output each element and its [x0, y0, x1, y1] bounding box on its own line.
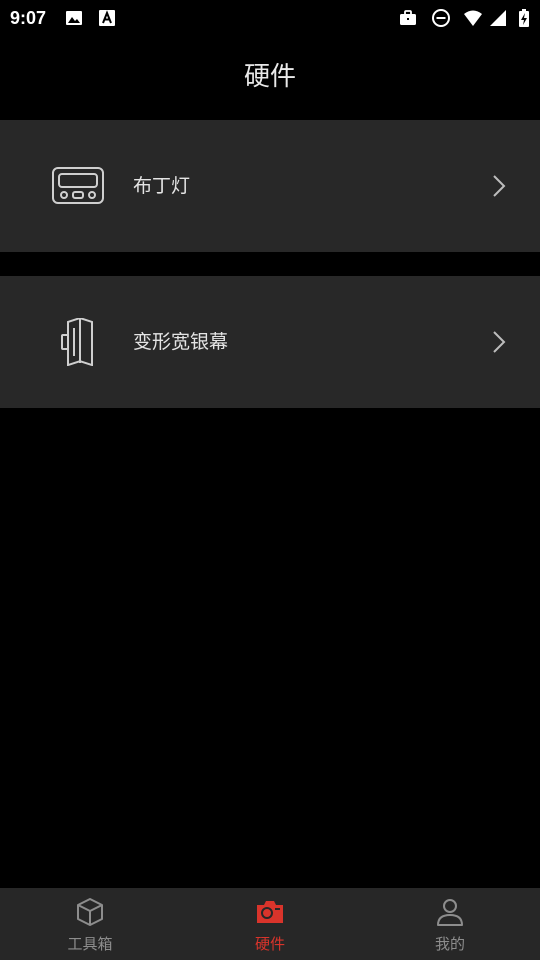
tab-toolbox[interactable]: 工具箱: [0, 888, 180, 960]
font-a-icon: [97, 8, 117, 28]
device-item-pudding-lamp[interactable]: 布丁灯: [0, 120, 540, 252]
tab-label: 我的: [434, 935, 465, 953]
anamorphic-lens-icon: [50, 318, 106, 366]
status-time: 9:07: [10, 8, 47, 28]
image-icon: [64, 8, 84, 28]
status-bar: 9:07: [0, 0, 540, 36]
tab-hardware[interactable]: 硬件: [180, 888, 360, 960]
camera-icon: [254, 896, 286, 928]
page-title: 硬件: [243, 62, 296, 92]
device-item-anamorphic-lens[interactable]: 变形宽银幕: [0, 276, 540, 408]
pudding-lamp-icon: [50, 162, 106, 210]
do-not-disturb-icon: [431, 8, 451, 28]
person-icon: [434, 896, 466, 928]
cellular-signal-icon: [488, 8, 508, 28]
tab-label: 硬件: [254, 935, 285, 953]
cube-icon: [74, 896, 106, 928]
chevron-right-icon: [490, 328, 508, 356]
chevron-right-icon: [490, 172, 508, 200]
battery-charging-icon: [514, 8, 534, 28]
tab-mine[interactable]: 我的: [360, 888, 540, 960]
tab-label: 工具箱: [67, 935, 113, 953]
device-label: 变形宽银幕: [133, 331, 229, 353]
briefcase-icon: [398, 8, 418, 28]
bottom-nav: 工具箱 硬件 我的: [0, 888, 540, 960]
device-label: 布丁灯: [133, 175, 191, 197]
wifi-icon: [463, 8, 483, 28]
